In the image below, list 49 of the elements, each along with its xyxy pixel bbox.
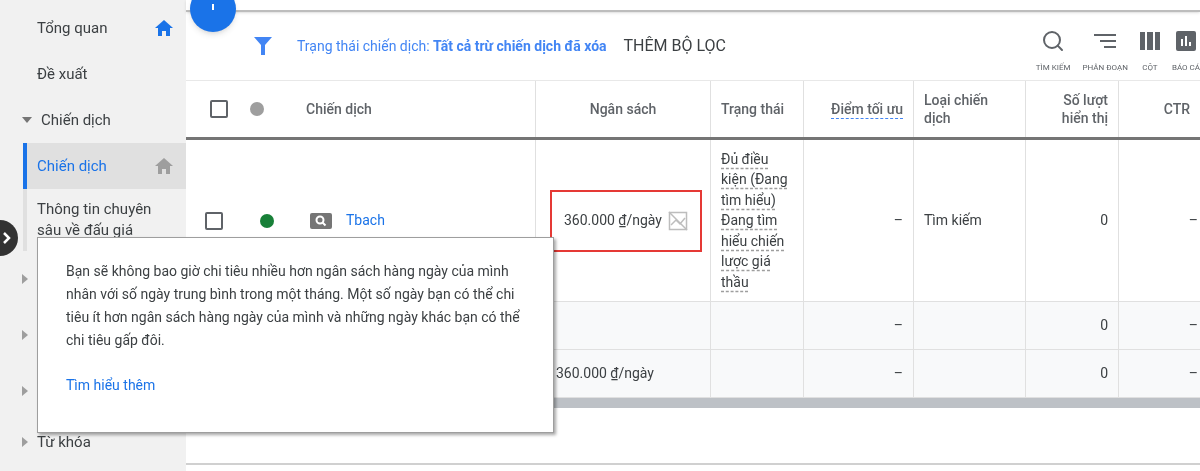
table-cell-text: – (893, 211, 903, 230)
checkbox[interactable] (205, 211, 223, 230)
table-cell-text: Tìm kiếm (924, 211, 982, 230)
tooltip-text: Bạn sẽ không bao giờ chi tiêu nhiều hơn ngân sách hàng ngày của mình nhân với số ngày trung bình trong một tháng. Một số ngày bạn có thể chi tiêu ít hơn ngân sách hàng ngày của mình và những ngày khác bạn có thể chi tiêu gấp đôi. (66, 262, 521, 350)
bar-chart-icon[interactable] (1175, 30, 1196, 51)
caret-right-icon[interactable] (22, 274, 28, 284)
search-icon (310, 212, 332, 229)
filter-icon[interactable] (254, 37, 272, 55)
column-header[interactable]: Trạng thái (721, 99, 785, 119)
add-filter-button[interactable]: THÊM BỘ LỌC (623, 34, 726, 58)
toolbar-button[interactable]: CỘT (1139, 28, 1160, 74)
column-header[interactable]: Số lượt hiển thị (1036, 90, 1108, 128)
home-icon[interactable] (154, 19, 174, 37)
nav-link[interactable]: Tổng quan (37, 16, 108, 40)
column-header[interactable]: Chiến dịch (306, 99, 372, 119)
status-text[interactable]: Đủ điều kiện (Đang tìm hiểu) (721, 148, 793, 211)
nav-link[interactable]: Đề xuất (37, 62, 88, 86)
column-header[interactable]: Ngân sách (589, 99, 657, 119)
toolbar-button[interactable]: TÌM KIẾM (1035, 28, 1071, 74)
caret-down-icon[interactable] (22, 117, 32, 123)
nav-group[interactable]: Chiến dịch (41, 108, 111, 132)
filter-chip[interactable]: Trạng thái chiến dịch: Tất cả trừ chiến dịch đã xóa (297, 35, 607, 57)
table-cell-text: – (1188, 211, 1198, 230)
lines-icon[interactable] (1094, 33, 1117, 48)
table-cell-text: – (1188, 316, 1198, 335)
table-cell-text: 0 (1100, 316, 1108, 335)
table-cell-text: 0 (1100, 364, 1108, 383)
column-header[interactable]: Điểm tối ưu (831, 99, 903, 119)
toolbar-button[interactable]: PHÂN ĐOẠN (1082, 28, 1128, 74)
toolbar-button[interactable]: BÁO CÁ (1171, 28, 1200, 74)
budget-cell[interactable]: 360.000 ₫/ngày (550, 189, 702, 252)
status-text[interactable]: Đang tìm hiểu chiến lược giá thầu (721, 210, 793, 293)
chevron-right-icon (3, 232, 11, 244)
nav-item[interactable]: Chiến dịch (23, 143, 186, 189)
table-cell-text: – (1188, 364, 1198, 383)
caret-right-icon[interactable] (22, 330, 28, 340)
column-header[interactable]: Loại chiến dịch (924, 90, 1015, 128)
table-cell-text: – (893, 364, 903, 383)
caret-right-icon[interactable] (22, 386, 28, 396)
nav-group[interactable]: Từ khóa (37, 430, 91, 454)
campaign-link[interactable]: Tbach (346, 210, 385, 231)
search-icon[interactable] (1041, 28, 1066, 53)
table-cell-text: – (893, 316, 903, 335)
column-header[interactable]: CTR (1163, 99, 1190, 119)
learn-more-link[interactable]: Tìm hiểu thêm (66, 375, 533, 396)
checkbox[interactable] (210, 100, 228, 118)
caret-right-icon[interactable] (22, 437, 28, 447)
columns-icon[interactable] (1139, 31, 1160, 50)
table-cell-text: 0 (1100, 211, 1108, 230)
